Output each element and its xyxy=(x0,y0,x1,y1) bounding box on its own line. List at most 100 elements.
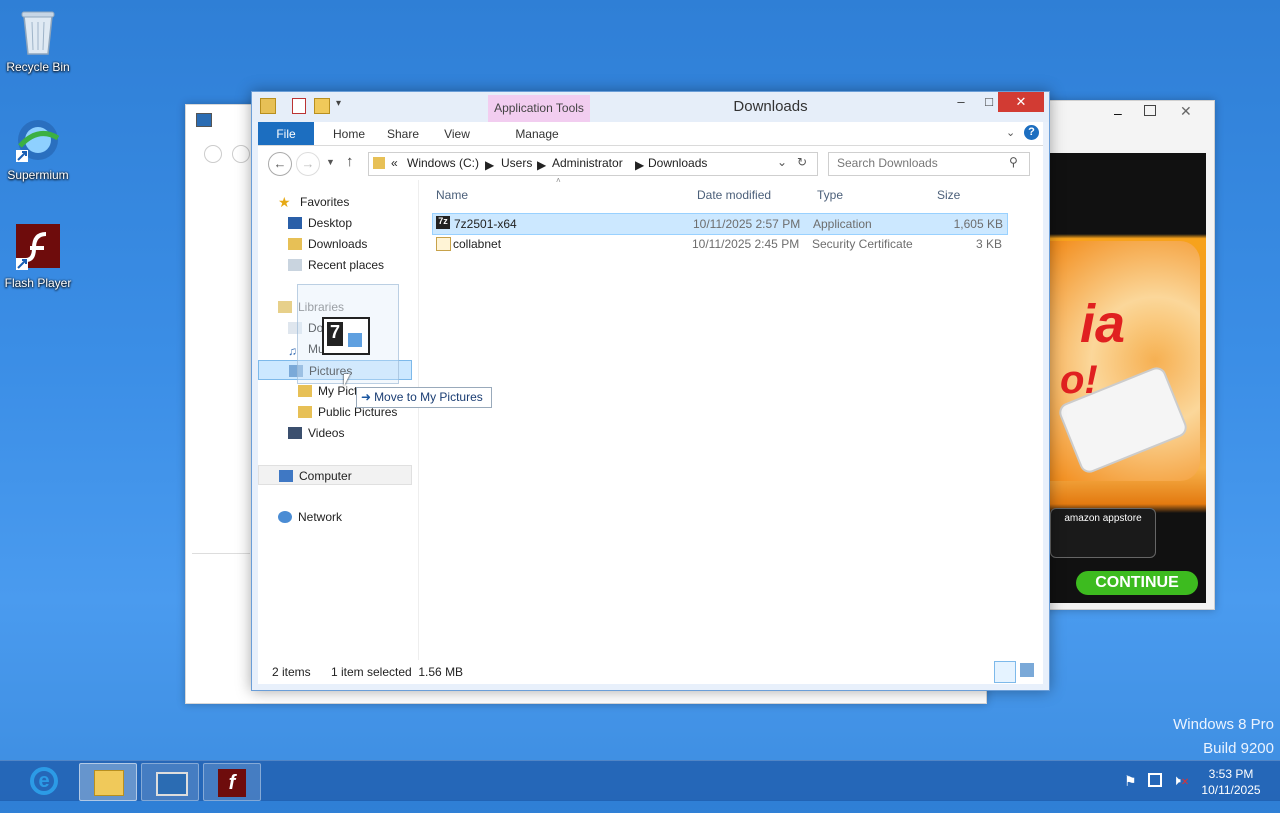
folder-icon xyxy=(373,157,385,169)
navigation-bar: ← → ▼ ↑ « Windows (C:) ▶ Users ▶ Adminis… xyxy=(258,146,1043,180)
nav-favorites[interactable]: ★ Favorites xyxy=(278,192,349,212)
search-input[interactable]: Search Downloads xyxy=(837,156,938,170)
up-button[interactable]: ↑ xyxy=(346,153,354,170)
clock-time: 3:53 PM xyxy=(1208,767,1254,781)
nav-recent-places[interactable]: Recent places xyxy=(288,255,384,275)
network-tray-icon[interactable] xyxy=(1148,773,1162,787)
desktop-icon-label: Flash Player xyxy=(4,276,72,290)
breadcrumb-separator-icon[interactable]: ▶ xyxy=(485,158,494,172)
status-bar: 2 items 1 item selected 1.56 MB xyxy=(258,660,1043,684)
maximize-button[interactable] xyxy=(1144,105,1156,116)
title-bar[interactable]: ▾ Application Tools Downloads – □ ✕ xyxy=(252,92,1049,122)
file-date: 10/11/2025 2:45 PM xyxy=(692,237,800,251)
file-row[interactable]: collabnet 10/11/2025 2:45 PM Security Ce… xyxy=(432,234,1006,254)
item-count: 2 items xyxy=(272,665,311,679)
back-icon xyxy=(204,145,222,163)
breadcrumb-overflow[interactable]: « xyxy=(391,156,398,170)
taskbar-control-panel[interactable] xyxy=(141,763,199,801)
breadcrumb-users[interactable]: Users xyxy=(501,156,532,170)
application-icon: 7z xyxy=(436,216,450,229)
supermium-icon xyxy=(14,116,62,164)
large-icons-view-button[interactable] xyxy=(1020,663,1034,677)
expand-ribbon-icon[interactable]: ⌄ xyxy=(1006,126,1015,139)
volume-muted-icon[interactable]: 🕨✕ xyxy=(1172,772,1189,812)
navigation-pane: ★ Favorites Desktop Downloads Recent plac… xyxy=(258,180,419,660)
taskbar-flash-player[interactable]: f xyxy=(203,763,261,801)
action-center-flag-icon[interactable]: ⚑ xyxy=(1124,773,1137,813)
tab-share[interactable]: Share xyxy=(378,122,428,145)
tab-view[interactable]: View xyxy=(434,122,480,145)
internet-explorer-icon: e xyxy=(30,767,58,795)
clock[interactable]: 3:53 PM 10/11/2025 xyxy=(1196,766,1266,806)
drag-tooltip: ➜ Move to My Pictures xyxy=(356,387,492,408)
windows-build-watermark: Build 9200 xyxy=(1203,740,1274,757)
search-box[interactable]: Search Downloads ⚲ xyxy=(828,152,1030,176)
taskbar-file-explorer[interactable] xyxy=(79,763,137,801)
taskbar: e f ⚑ 🕨✕ 3:53 PM 10/11/2025 xyxy=(0,760,1280,801)
file-size: 1,605 KB xyxy=(953,217,1003,231)
recycle-bin-icon xyxy=(14,8,62,56)
file-row[interactable]: 7z 7z2501-x64 10/11/2025 2:57 PM Applica… xyxy=(432,213,1008,235)
tab-file[interactable]: File xyxy=(258,122,314,145)
ribbon-tabs: File Home Share View Manage ⌄ ? xyxy=(258,122,1043,146)
desktop-icon-recycle-bin[interactable]: Recycle Bin xyxy=(0,8,76,74)
drag-preview: 7 xyxy=(297,284,399,384)
close-button[interactable]: ✕ xyxy=(1180,103,1192,120)
tab-manage[interactable]: Manage xyxy=(502,122,572,145)
flash-player-icon: f xyxy=(218,769,246,797)
folder-icon xyxy=(298,406,312,418)
file-type: Application xyxy=(813,217,872,231)
file-size: 3 KB xyxy=(975,237,1002,251)
selection-info: 1 item selected 1.56 MB xyxy=(331,665,464,679)
column-header-name[interactable]: Name xyxy=(436,188,468,202)
nav-downloads[interactable]: Downloads xyxy=(288,234,367,254)
file-name: collabnet xyxy=(453,237,502,251)
column-header-size[interactable]: Size xyxy=(937,188,960,202)
videos-icon xyxy=(288,427,302,439)
refresh-icon[interactable]: ↻ xyxy=(797,155,807,169)
star-icon: ★ xyxy=(278,194,291,210)
desktop-icon-supermium[interactable]: Supermium xyxy=(0,116,76,182)
close-button[interactable]: ✕ xyxy=(998,92,1044,112)
breadcrumb-windows-c[interactable]: Windows (C:) xyxy=(407,156,479,170)
network-icon xyxy=(278,511,292,523)
search-icon[interactable]: ⚲ xyxy=(1009,155,1018,169)
nav-videos[interactable]: Videos xyxy=(288,423,344,443)
game-ad-image[interactable]: ia o! amazon appstore CONTINUE xyxy=(1050,153,1206,603)
tab-home[interactable]: Home xyxy=(322,122,376,145)
help-icon[interactable]: ? xyxy=(1024,125,1039,140)
minimize-button[interactable]: – xyxy=(1114,105,1122,121)
details-view-button[interactable] xyxy=(994,661,1016,683)
breadcrumb-downloads[interactable]: Downloads xyxy=(648,156,707,170)
nav-computer[interactable]: Computer xyxy=(258,465,412,485)
desktop-icon-label: Recycle Bin xyxy=(6,60,70,74)
breadcrumb-separator-icon[interactable]: ▶ xyxy=(537,158,546,172)
nav-desktop[interactable]: Desktop xyxy=(288,213,352,233)
back-button[interactable]: ← xyxy=(268,152,292,176)
recent-locations-dropdown[interactable]: ▼ xyxy=(326,157,335,167)
address-dropdown-icon[interactable]: ⌄ xyxy=(777,155,787,169)
file-name: 7z2501-x64 xyxy=(454,217,517,231)
application-icon: 7 xyxy=(322,317,370,355)
sort-indicator-icon: ˄ xyxy=(556,176,561,185)
recent-places-icon xyxy=(288,259,302,271)
window-icon xyxy=(196,113,212,127)
breadcrumb-administrator[interactable]: Administrator xyxy=(552,156,623,170)
forward-button[interactable]: → xyxy=(296,152,320,176)
forward-icon xyxy=(232,145,250,163)
control-panel-icon xyxy=(156,772,188,796)
column-header-date-modified[interactable]: Date modified xyxy=(697,188,771,202)
address-bar[interactable]: « Windows (C:) ▶ Users ▶ Administrator ▶… xyxy=(368,152,818,176)
desktop-icon-flash-player[interactable]: Flash Player xyxy=(0,224,76,290)
minimize-button[interactable]: – xyxy=(948,92,974,112)
divider xyxy=(192,553,250,554)
mouse-cursor-icon xyxy=(344,374,350,386)
background-game-window[interactable]: – ✕ ia o! amazon appstore CONTINUE xyxy=(1035,100,1215,610)
file-list: Name ˄ Date modified Type Size 7z 7z2501… xyxy=(428,176,1043,660)
nav-network[interactable]: Network xyxy=(278,507,342,527)
computer-icon xyxy=(279,470,293,482)
taskbar-internet-explorer[interactable]: e xyxy=(16,763,72,799)
column-header-type[interactable]: Type xyxy=(817,188,843,202)
certificate-icon xyxy=(436,237,451,251)
breadcrumb-separator-icon[interactable]: ▶ xyxy=(635,158,644,172)
